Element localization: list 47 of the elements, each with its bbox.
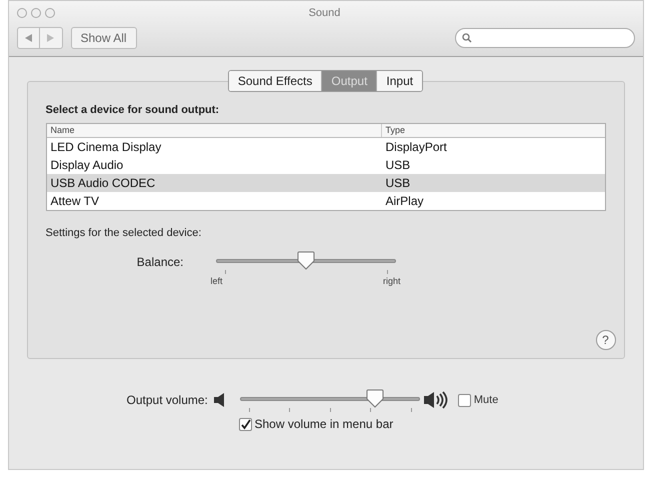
- checkbox[interactable]: [238, 418, 252, 430]
- table-cell-text: AirPlay: [384, 192, 425, 210]
- table-cell-text: USB: [384, 156, 412, 174]
- window-title: Sound: [308, 6, 342, 21]
- left-label: left: [210, 275, 223, 288]
- table-cell-text: LED Cinema Display: [50, 138, 162, 156]
- window-control-icon[interactable]: [30, 8, 40, 18]
- table-cell-text: DisplayPort: [384, 138, 448, 156]
- speaker-loud-icon: [424, 391, 450, 409]
- table-cell-text: USB: [384, 174, 412, 192]
- column-header[interactable]: Name: [46, 124, 382, 136]
- help-button[interactable]: ?: [596, 330, 616, 350]
- speaker-icon: [214, 393, 226, 407]
- show-all-button[interactable]: Show All: [70, 26, 137, 48]
- tick-mark: [370, 408, 372, 412]
- section-heading: Select a device for sound output:: [46, 103, 220, 118]
- slider-thumb[interactable]: [296, 251, 314, 271]
- output-volume-label: Output volume:: [126, 392, 208, 409]
- right-label: right: [382, 275, 400, 288]
- tick-mark: [386, 270, 388, 274]
- slider-thumb[interactable]: [366, 389, 384, 409]
- tick-mark: [330, 408, 331, 412]
- tick-mark: [410, 408, 412, 412]
- table-cell-text: Attew TV: [50, 192, 100, 210]
- tick-mark: [224, 270, 226, 274]
- table-row[interactable]: LED Cinema Display DisplayPort: [46, 138, 604, 156]
- left-arrow-icon: [24, 34, 32, 42]
- table-cell-text: Display Audio: [50, 156, 124, 174]
- balance-label: Balance:: [136, 254, 184, 271]
- column-header[interactable]: Type: [382, 124, 604, 136]
- checkmark-icon: [240, 418, 250, 430]
- table-row[interactable]: Attew TV AirPlay: [46, 192, 604, 210]
- right-arrow-icon: [47, 34, 54, 42]
- table-row[interactable]: USB Audio CODEC USB: [46, 174, 604, 192]
- show-volume-label: Show volume in menu bar: [254, 416, 394, 433]
- search-field[interactable]: [454, 28, 634, 48]
- search-icon: [462, 32, 472, 42]
- mute-label: Mute: [474, 392, 498, 408]
- tab[interactable]: Sound Effects: [228, 71, 322, 91]
- tab[interactable]: Input: [376, 71, 422, 91]
- window-control-icon[interactable]: [44, 8, 54, 18]
- checkbox[interactable]: [458, 394, 471, 406]
- section-heading: Settings for the selected device:: [46, 226, 202, 240]
- tick-mark: [289, 408, 290, 412]
- window-control-icon[interactable]: [16, 8, 26, 18]
- tick-mark: [248, 408, 250, 412]
- table-cell-text: USB Audio CODEC: [50, 174, 156, 192]
